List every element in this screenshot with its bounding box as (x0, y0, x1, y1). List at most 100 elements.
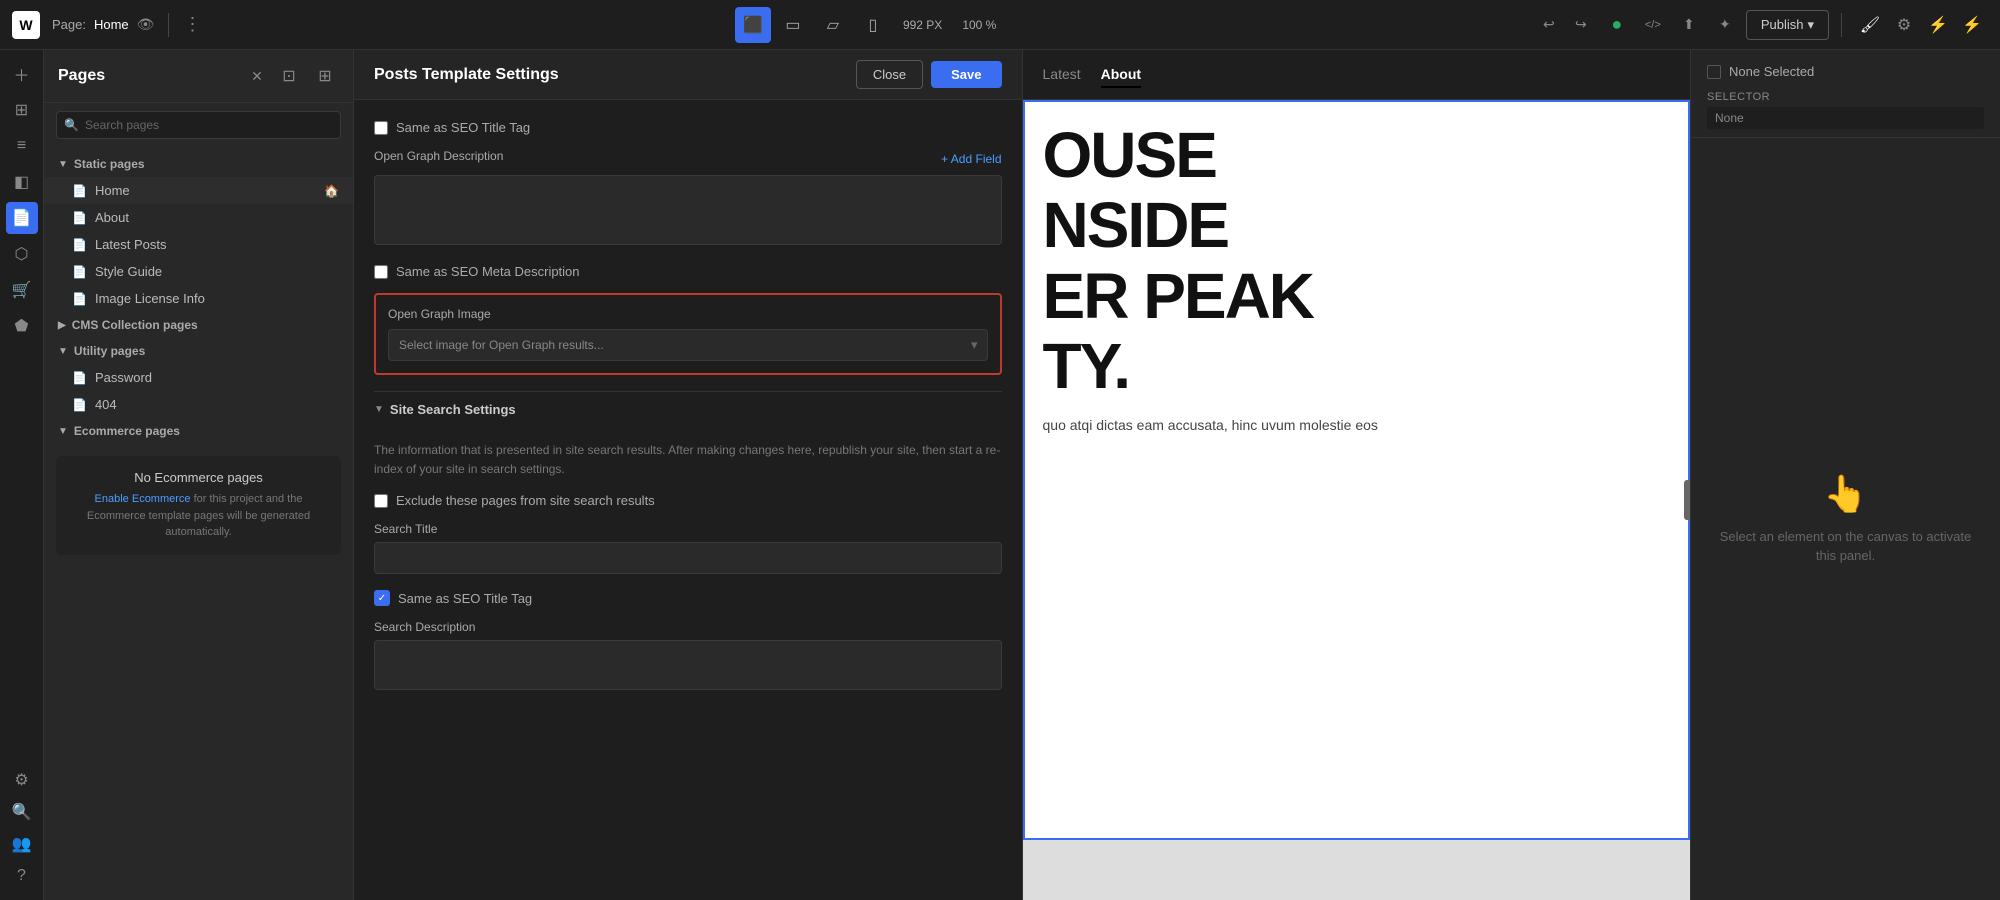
og-meta-label[interactable]: Same as SEO Meta Description (396, 264, 580, 279)
pages-list: ▼ Static pages 📄 Home 🏠 📄 About 📄 Latest… (44, 147, 353, 900)
canvas-area: Latest About OUSE NSIDE ER PEAK TY. quo … (1023, 50, 1691, 900)
site-search-arrow: ▼ (374, 404, 384, 415)
publish-label: Publish (1761, 17, 1804, 32)
site-search-section-toggle[interactable]: ▼ Site Search Settings (374, 391, 1002, 427)
page-item-404[interactable]: 📄 404 (44, 391, 353, 418)
canvas-tabs: Latest About (1023, 50, 1691, 100)
share-btn[interactable]: ⬆ (1674, 10, 1704, 40)
cms-collection-section[interactable]: ▶ CMS Collection pages (44, 312, 353, 338)
page-item-style-guide[interactable]: 📄 Style Guide (44, 258, 353, 285)
ecommerce-arrow: ▼ (58, 426, 68, 437)
none-selected-checkbox (1707, 65, 1721, 79)
desktop-view-btn[interactable]: ⬛ (735, 7, 771, 43)
canvas-body-text: quo atqi dictas eam accusata, hinc uvum … (1023, 402, 1691, 448)
separator-2 (1841, 13, 1842, 37)
selector-value: None (1707, 107, 1984, 129)
page-item-password[interactable]: 📄 Password (44, 364, 353, 391)
og-image-label: Open Graph Image (388, 307, 988, 321)
exclude-label[interactable]: Exclude these pages from site search res… (396, 493, 655, 508)
pages-close-btn[interactable]: ✕ (247, 66, 267, 86)
settings-close-btn[interactable]: Close (856, 60, 923, 89)
bolt-icon[interactable]: ⚡ (1956, 9, 1988, 41)
preview-line-3: ER PEAK (1043, 261, 1671, 331)
no-ecommerce-desc: Enable Ecommerce for this project and th… (70, 491, 327, 541)
og-image-select[interactable]: Select image for Open Graph results... (388, 329, 988, 361)
pages-nav-icon[interactable]: 📄 (6, 202, 38, 234)
add-field-link[interactable]: + Add Field (941, 152, 1001, 166)
page-item-image-license[interactable]: 📄 Image License Info (44, 285, 353, 312)
settings-title: Posts Template Settings (374, 66, 856, 84)
search-title-input[interactable] (374, 542, 1002, 574)
search-pages-icon: 🔍 (64, 118, 79, 132)
static-pages-label: Static pages (74, 157, 339, 171)
utility-pages-section[interactable]: ▼ Utility pages (44, 338, 353, 364)
seo-title-label[interactable]: Same as SEO Title Tag (396, 120, 530, 135)
publish-btn[interactable]: Publish ▾ (1746, 10, 1829, 40)
ecommerce-section[interactable]: ▼ Ecommerce pages (44, 418, 353, 444)
og-meta-checkbox[interactable] (374, 265, 388, 279)
canvas-resize-handle[interactable] (1684, 480, 1690, 520)
page-file-icon: 📄 (72, 184, 87, 198)
pages-header: Pages ✕ ⊡ ⊞ (44, 50, 353, 103)
layout-icon[interactable]: ⊞ (6, 94, 38, 126)
static-pages-section[interactable]: ▼ Static pages (44, 151, 353, 177)
enable-ecommerce-link[interactable]: Enable Ecommerce (95, 493, 191, 505)
more-options-icon[interactable]: ⋮ (183, 14, 201, 35)
page-file-icon-404: 📄 (72, 398, 87, 412)
tablet-view-btn[interactable]: ▭ (775, 7, 811, 43)
none-selected-label: None Selected (1729, 64, 1814, 79)
settings-save-btn[interactable]: Save (931, 61, 1001, 88)
page-item-home[interactable]: 📄 Home 🏠 (44, 177, 353, 204)
search-icon[interactable]: 🔍 (6, 796, 38, 828)
undo-btn[interactable]: ↩ (1534, 10, 1564, 40)
separator-1 (168, 13, 169, 37)
search-description-input[interactable] (374, 640, 1002, 690)
page-name-image-license: Image License Info (95, 291, 339, 306)
no-ecommerce-box: No Ecommerce pages Enable Ecommerce for … (56, 456, 341, 555)
search-pages-input[interactable] (56, 111, 341, 139)
site-search-info: The information that is presented in sit… (374, 441, 1002, 479)
same-as-seo-checkmark[interactable]: ✓ (374, 590, 390, 606)
members-icon[interactable]: 👥 (6, 828, 38, 860)
canvas-content[interactable]: OUSE NSIDE ER PEAK TY. quo atqi dictas e… (1023, 100, 1691, 900)
page-name: Home (94, 17, 129, 32)
search-description-label: Search Description (374, 620, 1002, 634)
tablet-sm-view-btn[interactable]: ▱ (815, 7, 851, 43)
cms-icon[interactable]: ⬡ (6, 238, 38, 270)
sparkle-btn[interactable]: ✦ (1710, 10, 1740, 40)
add-folder-btn[interactable]: ⊡ (275, 62, 303, 90)
add-elements-icon[interactable]: ＋ (6, 58, 38, 90)
page-item-latest-posts[interactable]: 📄 Latest Posts (44, 231, 353, 258)
redo-btn[interactable]: ↪ (1566, 10, 1596, 40)
status-btn[interactable]: ● (1602, 10, 1632, 40)
same-as-seo-label[interactable]: Same as SEO Title Tag (398, 591, 532, 606)
interactions-icon[interactable]: ⚡ (1922, 9, 1954, 41)
page-file-icon-license: 📄 (72, 292, 87, 306)
gear-settings-icon[interactable]: ⚙ (1888, 9, 1920, 41)
tab-about[interactable]: About (1101, 62, 1141, 88)
pages-search-wrap: 🔍 (56, 111, 341, 139)
assets-icon[interactable]: ◧ (6, 166, 38, 198)
search-title-label: Search Title (374, 522, 1002, 536)
navigator-icon[interactable]: ≡ (6, 130, 38, 162)
settings-panel: Posts Template Settings Close Save Same … (354, 50, 1023, 900)
page-item-about[interactable]: 📄 About (44, 204, 353, 231)
code-view-btn[interactable]: </> (1638, 10, 1668, 40)
no-ecommerce-title: No Ecommerce pages (70, 470, 327, 485)
brush-icon[interactable]: 🖌 (1854, 9, 1886, 41)
logic-icon[interactable]: ⬟ (6, 310, 38, 342)
seo-title-checkbox[interactable] (374, 121, 388, 135)
mobile-view-btn[interactable]: ▯ (855, 7, 891, 43)
og-description-input[interactable] (374, 175, 1002, 245)
page-file-icon-password: 📄 (72, 371, 87, 385)
canvas-footer-gray (1023, 840, 1691, 900)
exclude-search-checkbox[interactable] (374, 494, 388, 508)
help-icon[interactable]: ? (6, 860, 38, 892)
site-settings-icon[interactable]: ⚙ (6, 764, 38, 796)
add-page-btn[interactable]: ⊞ (311, 62, 339, 90)
og-image-select-wrapper: Select image for Open Graph results... (388, 329, 988, 361)
eye-icon[interactable]: 👁 (137, 16, 155, 33)
tab-latest[interactable]: Latest (1043, 62, 1081, 88)
main-area: ＋ ⊞ ≡ ◧ 📄 ⬡ 🛒 ⬟ ⚙ 🔍 👥 ? Pages ✕ ⊡ ⊞ 🔍 (0, 50, 2000, 900)
ecommerce-icon[interactable]: 🛒 (6, 274, 38, 306)
